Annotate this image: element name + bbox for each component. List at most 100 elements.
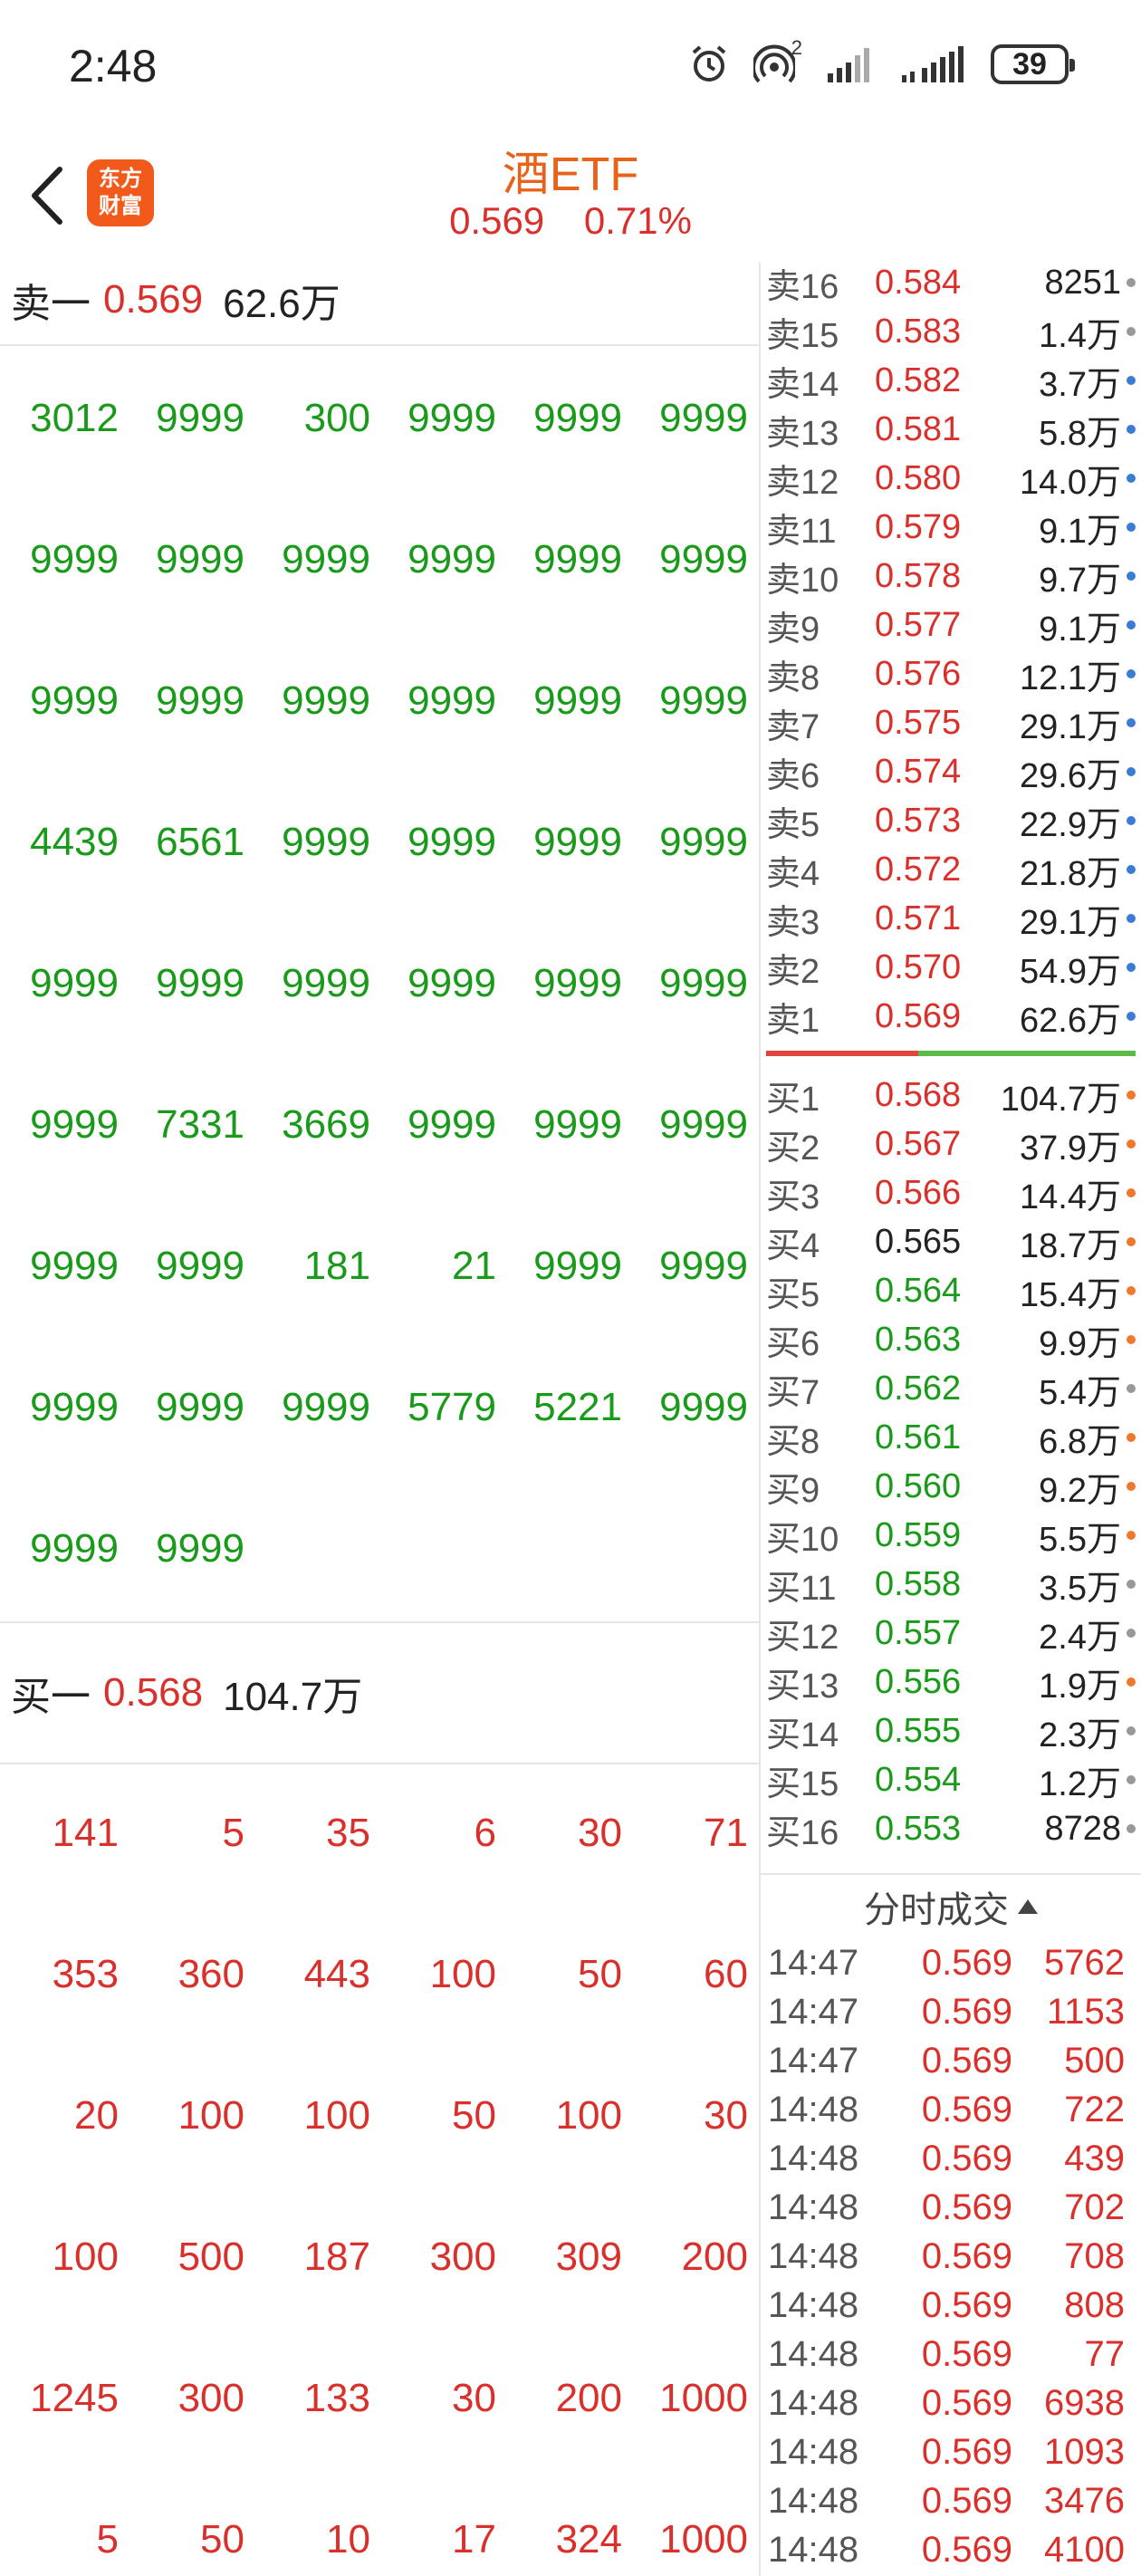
trade-price: 0.569 — [921, 2138, 1012, 2178]
book-level-row[interactable]: 卖14 0.582 3.7万 — [766, 356, 1141, 405]
queue-cell: 71 — [704, 1811, 748, 1855]
status-dot-icon — [1127, 1012, 1136, 1021]
queue-cell: 9999 — [659, 961, 748, 1005]
book-level-row[interactable]: 买16 0.553 8728 — [766, 1804, 1141, 1853]
back-button[interactable] — [20, 159, 74, 232]
trade-time: 14:48 — [768, 2284, 859, 2325]
book-level-row[interactable]: 卖1 0.569 62.6万 — [766, 992, 1141, 1041]
book-level-label: 买1 — [766, 1080, 820, 1119]
book-level-row[interactable]: 买4 0.565 18.7万 — [766, 1217, 1141, 1266]
trade-volume: 5762 — [1044, 1942, 1125, 1983]
queue-cell: 9999 — [408, 537, 496, 582]
book-level-price: 0.558 — [875, 1564, 962, 1603]
book-level-row[interactable]: 卖15 0.583 1.4万 — [766, 307, 1141, 356]
trade-time: 14:48 — [768, 2187, 859, 2227]
status-dot-icon — [1127, 669, 1136, 678]
header-price: 0.569 — [449, 199, 545, 242]
book-level-row[interactable]: 卖16 0.584 8251 — [766, 258, 1141, 307]
book-level-row[interactable]: 买6 0.563 9.9万 — [766, 1315, 1141, 1364]
status-dot-icon — [1127, 1286, 1136, 1295]
trade-price: 0.569 — [921, 2040, 1012, 2081]
book-level-label: 买6 — [766, 1324, 820, 1363]
book-level-row[interactable]: 卖2 0.570 54.9万 — [766, 943, 1141, 992]
queue-cell: 300 — [303, 396, 370, 440]
status-dot-icon — [1127, 1482, 1136, 1491]
book-level-volume: 29.1万 — [1020, 903, 1121, 942]
book-level-label: 买10 — [766, 1520, 839, 1559]
book-level-row[interactable]: 买15 0.554 1.2万 — [766, 1755, 1141, 1804]
status-dot-icon — [1127, 1384, 1136, 1393]
book-level-row[interactable]: 卖9 0.577 9.1万 — [766, 601, 1141, 649]
book-level-row[interactable]: 卖10 0.578 9.7万 — [766, 552, 1141, 601]
status-dot-icon — [1127, 865, 1136, 874]
queue-row: 9999 9999 9999 9999 9999 9999 — [0, 913, 759, 1054]
book-level-volume: 9.2万 — [1039, 1471, 1121, 1510]
queue-row: 9999 9999 — [0, 1478, 759, 1620]
status-time: 2:48 — [69, 41, 158, 91]
queue-cell: 9999 — [659, 1244, 748, 1288]
book-level-price: 0.563 — [875, 1320, 962, 1359]
status-dot-icon — [1127, 327, 1136, 336]
book-level-row[interactable]: 买1 0.568 104.7万 — [766, 1071, 1141, 1120]
book-level-row[interactable]: 卖8 0.576 12.1万 — [766, 649, 1141, 698]
book-level-price: 0.574 — [875, 752, 962, 791]
queue-cell: 9999 — [156, 961, 244, 1005]
trade-time: 14:48 — [768, 2333, 859, 2374]
book-level-row[interactable]: 买2 0.567 37.9万 — [766, 1120, 1141, 1168]
queue-cell: 35 — [326, 1811, 370, 1855]
book-level-label: 卖7 — [766, 707, 820, 746]
book-level-row[interactable]: 买8 0.561 6.8万 — [766, 1413, 1141, 1462]
book-level-row[interactable]: 买14 0.555 2.3万 — [766, 1706, 1141, 1755]
book-level-row[interactable]: 卖11 0.579 9.1万 — [766, 503, 1141, 552]
trade-price: 0.569 — [921, 2431, 1012, 2472]
hotspot-icon: 2 — [753, 36, 802, 85]
trade-price: 0.569 — [921, 2333, 1012, 2374]
book-level-row[interactable]: 买3 0.566 14.4万 — [766, 1168, 1141, 1217]
book-level-volume: 1.9万 — [1039, 1667, 1121, 1706]
app-logo[interactable]: 东方 财富 — [87, 159, 154, 226]
book-level-row[interactable]: 买13 0.556 1.9万 — [766, 1658, 1141, 1706]
status-dot-icon — [1127, 1433, 1136, 1442]
queue-cell: 9999 — [156, 537, 244, 582]
book-level-row[interactable]: 卖6 0.574 29.6万 — [766, 747, 1141, 796]
status-dot-icon — [1127, 620, 1136, 630]
book-level-label: 卖9 — [766, 610, 820, 649]
book-level-row[interactable]: 卖5 0.573 22.9万 — [766, 796, 1141, 845]
queue-cell: 9999 — [408, 820, 496, 864]
book-level-row[interactable]: 买5 0.564 15.4万 — [766, 1266, 1141, 1315]
book-level-row[interactable]: 卖13 0.581 5.8万 — [766, 405, 1141, 454]
book-level-row[interactable]: 卖3 0.571 29.1万 — [766, 894, 1141, 943]
book-level-row[interactable]: 买9 0.560 9.2万 — [766, 1462, 1141, 1511]
trade-price: 0.569 — [921, 2480, 1012, 2521]
status-dot-icon — [1127, 1629, 1136, 1638]
book-level-row[interactable]: 卖12 0.580 14.0万 — [766, 454, 1141, 503]
status-dot-icon — [1127, 1775, 1136, 1784]
queue-cell: 181 — [303, 1244, 370, 1288]
status-dot-icon — [1127, 523, 1136, 532]
queue-cell: 100 — [303, 2093, 370, 2138]
book-level-row[interactable]: 买11 0.558 3.5万 — [766, 1560, 1141, 1609]
time-sales-header[interactable]: 分时成交 — [761, 1875, 1141, 1938]
book-level-price: 0.555 — [875, 1711, 962, 1750]
status-dot-icon — [1127, 1237, 1136, 1246]
book-level-row[interactable]: 卖7 0.575 29.1万 — [766, 698, 1141, 747]
book-level-label: 卖1 — [766, 1001, 820, 1040]
book-level-row[interactable]: 卖4 0.572 21.8万 — [766, 845, 1141, 894]
trade-time: 14:48 — [768, 2431, 859, 2472]
queue-cell: 187 — [303, 2235, 370, 2279]
book-level-price: 0.566 — [875, 1173, 962, 1212]
queue-cell: 9999 — [156, 396, 244, 440]
status-dot-icon — [1127, 474, 1136, 483]
book-level-volume: 104.7万 — [1000, 1080, 1121, 1119]
queue-row: 9999 9999 9999 9999 9999 9999 — [0, 489, 759, 630]
trade-volume: 6938 — [1044, 2382, 1125, 2423]
book-level-price: 0.582 — [875, 360, 962, 399]
queue-cell: 9999 — [659, 537, 748, 582]
book-level-volume: 8251 — [1044, 263, 1121, 302]
status-dot-icon — [1127, 1335, 1136, 1344]
book-level-row[interactable]: 买7 0.562 5.4万 — [766, 1364, 1141, 1413]
book-level-price: 0.573 — [875, 801, 962, 840]
queue-cell: 9999 — [282, 820, 370, 864]
book-level-row[interactable]: 买12 0.557 2.4万 — [766, 1609, 1141, 1658]
book-level-row[interactable]: 买10 0.559 5.5万 — [766, 1511, 1141, 1560]
